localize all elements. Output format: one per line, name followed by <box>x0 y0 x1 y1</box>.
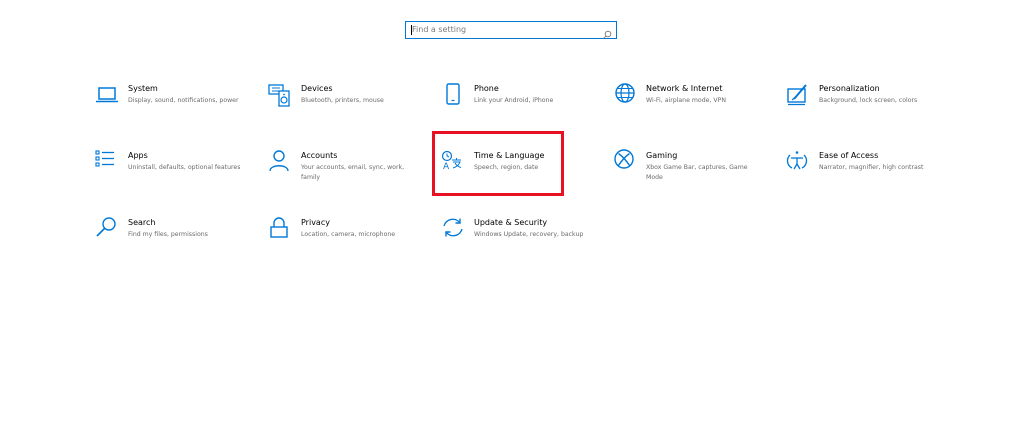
tile-description: Location, camera, microphone <box>301 231 396 238</box>
lock-icon <box>267 216 293 242</box>
tile-description: Speech, region, date <box>474 164 539 171</box>
tile-description: Narrator, magnifier, high contrast <box>819 164 924 171</box>
tile-title: Update & Security <box>474 218 548 227</box>
ease-of-access-icon <box>785 149 811 175</box>
tile-devices[interactable]: Devices Bluetooth, printers, mouse <box>267 82 427 132</box>
tile-description: Bluetooth, printers, mouse <box>301 97 384 104</box>
tile-title: Privacy <box>301 218 330 227</box>
tile-title: Apps <box>128 151 148 160</box>
search-icon[interactable] <box>602 25 612 40</box>
magnifier-icon <box>94 216 120 242</box>
tile-description: Your accounts, email, sync, work, family <box>301 164 405 181</box>
tile-title: System <box>128 84 158 93</box>
tile-title: Ease of Access <box>819 151 879 160</box>
tile-description: Windows Update, recovery, backup <box>474 231 584 238</box>
person-icon <box>267 149 293 175</box>
tile-description: Display, sound, notifications, power <box>128 97 239 104</box>
tile-personalization[interactable]: Personalization Background, lock screen,… <box>785 82 945 132</box>
tile-title: Gaming <box>646 151 678 160</box>
tile-description: Xbox Game Bar, captures, Game Mode <box>646 164 748 181</box>
tile-gaming[interactable]: Gaming Xbox Game Bar, captures, Game Mod… <box>612 149 772 199</box>
tile-description: Wi-Fi, airplane mode, VPN <box>646 97 726 104</box>
pen-tablet-icon <box>785 82 811 108</box>
tile-description: Link your Android, iPhone <box>474 97 554 104</box>
search-input[interactable] <box>412 22 592 38</box>
tile-description: Background, lock screen, colors <box>819 97 918 104</box>
apps-list-icon <box>94 149 120 175</box>
search-box[interactable] <box>405 21 617 40</box>
sync-arrows-icon <box>440 216 466 242</box>
tile-ease-of-access[interactable]: Ease of Access Narrator, magnifier, high… <box>785 149 945 199</box>
tile-search[interactable]: Search Find my files, permissions <box>94 216 254 266</box>
tile-system[interactable]: System Display, sound, notifications, po… <box>94 82 254 132</box>
tile-description: Uninstall, defaults, optional features <box>128 164 241 171</box>
globe-icon <box>612 82 638 108</box>
settings-home: System Display, sound, notifications, po… <box>0 0 1024 431</box>
tile-title: Time & Language <box>474 151 545 160</box>
tile-title: Accounts <box>301 151 338 160</box>
phone-icon <box>440 82 466 108</box>
laptop-icon <box>94 82 120 108</box>
xbox-icon <box>612 149 638 175</box>
tile-title: Network & Internet <box>646 84 723 93</box>
tile-apps[interactable]: Apps Uninstall, defaults, optional featu… <box>94 149 254 199</box>
tile-title: Search <box>128 218 156 227</box>
tile-network-internet[interactable]: Network & Internet Wi-Fi, airplane mode,… <box>612 82 772 132</box>
tile-accounts[interactable]: Accounts Your accounts, email, sync, wor… <box>267 149 427 199</box>
tile-phone[interactable]: Phone Link your Android, iPhone <box>440 82 600 132</box>
tile-time-language[interactable]: A Time & Language Speech, region, date <box>440 149 600 199</box>
tile-title: Personalization <box>819 84 880 93</box>
tile-description: Find my files, permissions <box>128 231 208 238</box>
tile-privacy[interactable]: Privacy Location, camera, microphone <box>267 216 427 266</box>
time-language-icon: A <box>440 149 466 175</box>
svg-text:A: A <box>443 162 450 172</box>
keyboard-speaker-icon <box>267 82 293 108</box>
tile-title: Phone <box>474 84 499 93</box>
tile-title: Devices <box>301 84 333 93</box>
tile-update-security[interactable]: Update & Security Windows Update, recove… <box>440 216 600 266</box>
